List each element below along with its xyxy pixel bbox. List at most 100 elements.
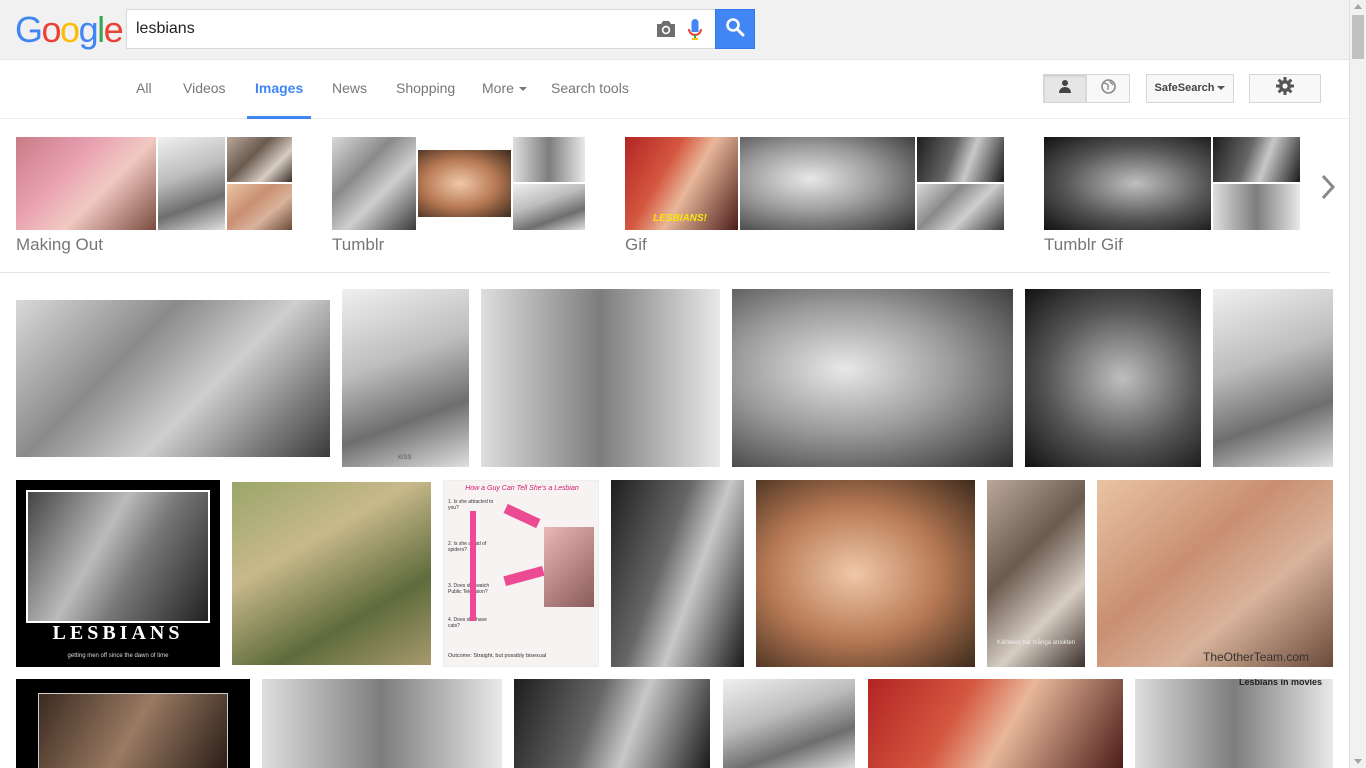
infographic-question: 1. Is she attracted to you? — [448, 499, 494, 511]
poster-title: LESBIANS — [52, 622, 184, 644]
thumbnail — [1213, 137, 1300, 182]
search-icon — [725, 17, 745, 42]
infographic-arrow — [503, 503, 541, 529]
image-result[interactable] — [1025, 289, 1201, 467]
logo-letter: G — [15, 9, 43, 50]
chevron-down-icon — [1217, 86, 1226, 91]
thumbnail — [513, 137, 585, 182]
collection-label: Tumblr — [332, 235, 385, 254]
thumbnail — [1213, 184, 1300, 230]
related-collection-tumblr[interactable]: Tumblr — [332, 137, 585, 254]
scrollbar-thumb[interactable] — [1352, 15, 1364, 59]
infographic-title: How a Guy Can Tell She's a Lesbian — [465, 485, 579, 492]
thumbnail-caption: Lesbians in movies — [1239, 679, 1323, 687]
collection-label: Tumblr Gif — [1044, 235, 1123, 254]
thumbnail — [418, 137, 511, 230]
public-results-toggle[interactable] — [1086, 74, 1130, 103]
logo-letter: g — [78, 9, 99, 50]
thumbnail — [917, 184, 1004, 230]
related-collection-gif[interactable]: LESBIANS! Gif — [625, 137, 1004, 254]
thumbnail — [1044, 137, 1211, 230]
logo-letter: o — [41, 9, 62, 50]
search-input[interactable] — [136, 18, 636, 40]
collection-thumbnails — [1044, 137, 1300, 230]
tab-more-label: More — [482, 80, 514, 96]
gear-icon — [1276, 77, 1294, 100]
poster-photo — [38, 693, 228, 768]
infographic-outcome: Outcome: Straight, but possibly bisexual — [448, 653, 547, 659]
image-result[interactable] — [262, 679, 502, 768]
logo-letter: e — [103, 9, 124, 50]
collection-thumbnails — [16, 137, 292, 230]
poster-photo — [26, 490, 210, 623]
private-results-toggle[interactable] — [1043, 74, 1087, 103]
image-result[interactable]: KISS — [342, 289, 469, 467]
poster-subtitle: getting men off since the dawn of time — [67, 653, 169, 659]
thumbnail — [227, 184, 292, 230]
image-result[interactable] — [1213, 289, 1333, 467]
google-logo[interactable]: Google — [15, 9, 124, 50]
microphone-icon[interactable] — [687, 18, 703, 42]
globe-icon — [1100, 78, 1116, 99]
search-tools-button[interactable]: Search tools — [551, 60, 629, 119]
safesearch-label: SafeSearch — [1154, 82, 1215, 94]
image-result[interactable] — [723, 679, 855, 768]
image-result[interactable] — [16, 300, 330, 457]
safesearch-dropdown[interactable]: SafeSearch — [1146, 74, 1234, 103]
image-result[interactable]: LESBIANS getting men off since the dawn … — [16, 480, 220, 667]
related-searches-strip: Making Out Tumblr LESBIANS! Gif Tumblr G… — [0, 120, 1349, 272]
person-icon — [1058, 79, 1072, 98]
image-result[interactable]: Kärleken har många ansikten — [987, 480, 1085, 667]
infographic-arrow — [470, 511, 476, 621]
thumbnail — [158, 137, 225, 230]
image-result[interactable]: TheOtherTeam.com — [1097, 480, 1333, 667]
tab-videos[interactable]: Videos — [183, 60, 226, 119]
image-result[interactable] — [232, 482, 431, 665]
thumbnail: LESBIANS! — [625, 137, 738, 230]
tab-images[interactable]: Images — [247, 60, 312, 119]
image-result[interactable] — [16, 679, 250, 768]
thumbnail — [513, 184, 585, 230]
watermark-text: TheOtherTeam.com — [1203, 650, 1310, 664]
infographic-arrow — [503, 565, 545, 587]
divider — [0, 272, 1330, 273]
image-result[interactable] — [611, 480, 744, 667]
infographic-photo — [544, 527, 594, 607]
image-result[interactable] — [481, 289, 720, 467]
search-button[interactable] — [715, 9, 755, 49]
thumbnail-caption: Kärleken har många ansikten — [996, 640, 1076, 646]
collection-label: Gif — [625, 235, 647, 254]
scroll-up-icon[interactable] — [1354, 4, 1362, 9]
collection-thumbnails — [332, 137, 585, 230]
related-collection-making-out[interactable]: Making Out — [16, 137, 292, 254]
search-box — [126, 9, 716, 49]
vertical-scrollbar[interactable] — [1349, 0, 1366, 768]
image-result[interactable] — [514, 679, 710, 768]
tab-more[interactable]: More — [482, 60, 527, 119]
tab-shopping[interactable]: Shopping — [396, 60, 455, 119]
tab-news[interactable]: News — [332, 60, 367, 119]
chevron-right-icon[interactable] — [1316, 172, 1340, 202]
image-result[interactable]: How a Guy Can Tell She's a Lesbian 1. Is… — [443, 480, 599, 667]
thumbnail — [740, 137, 915, 230]
collection-thumbnails: LESBIANS! — [625, 137, 1004, 230]
thumbnail-caption: KISS — [398, 455, 412, 461]
scroll-down-icon[interactable] — [1354, 759, 1362, 764]
image-result[interactable] — [868, 679, 1123, 768]
thumbnail — [332, 137, 416, 230]
chevron-down-icon — [518, 87, 527, 92]
thumbnail — [16, 137, 156, 230]
camera-icon[interactable] — [655, 19, 677, 39]
collection-label: Making Out — [16, 235, 103, 254]
image-result[interactable] — [756, 480, 975, 667]
image-result[interactable]: Lesbians in movies — [1135, 679, 1333, 768]
thumbnail — [917, 137, 1004, 182]
top-bar: Google — [0, 0, 1349, 60]
logo-letter: o — [60, 9, 80, 50]
thumbnail-photo — [418, 150, 511, 217]
thumbnail-caption: LESBIANS! — [653, 213, 707, 224]
settings-button[interactable] — [1249, 74, 1321, 103]
tab-all[interactable]: All — [136, 60, 152, 119]
image-result[interactable] — [732, 289, 1013, 467]
related-collection-tumblr-gif[interactable]: Tumblr Gif — [1044, 137, 1300, 254]
